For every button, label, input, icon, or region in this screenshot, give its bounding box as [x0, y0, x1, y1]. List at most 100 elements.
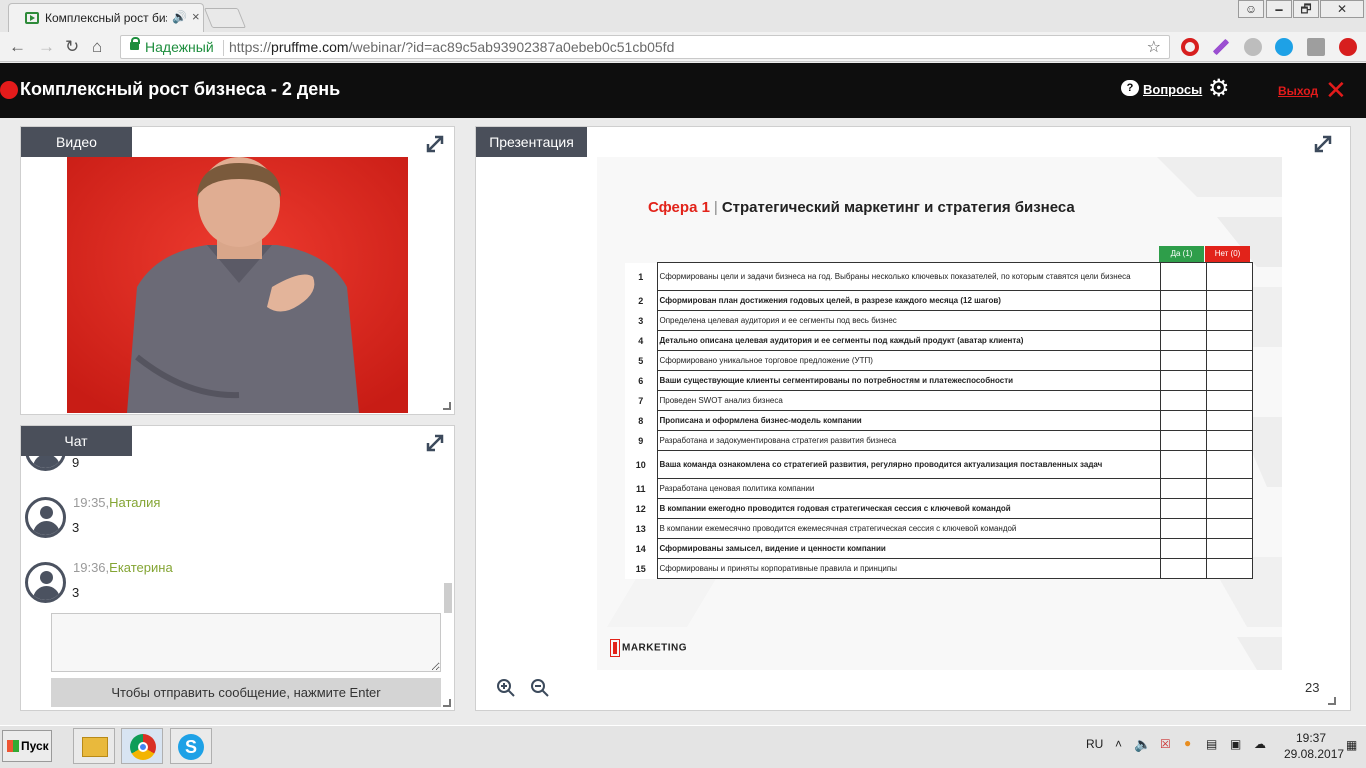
gear-extension-icon[interactable] [1244, 38, 1262, 56]
chat-panel-tab-overlay[interactable]: Чат [21, 426, 131, 456]
tab-title: Комплексный рост биз [45, 11, 167, 25]
user-head-icon [40, 571, 53, 584]
questions-icon[interactable]: ? [1121, 80, 1139, 96]
video-panel-tab[interactable]: Видео [21, 127, 132, 157]
checklist-no-cell [1205, 350, 1253, 371]
checklist-no-cell [1205, 558, 1253, 579]
checklist-row: 10 Ваша команда ознакомлена со стратегией… [625, 450, 1253, 479]
clipboard-icon[interactable]: ▤ [1206, 737, 1217, 751]
chat-scrollbar[interactable] [444, 583, 452, 613]
tray-expand-icon[interactable]: ˄ [1115, 737, 1122, 751]
tab-close-icon[interactable]: × [192, 9, 200, 24]
column-no-header: Нет (0) [1205, 246, 1250, 262]
checklist-row: 13 В компании ежемесячно проводится ежеме… [625, 518, 1253, 539]
chat-message-time: 19:35, [73, 495, 110, 510]
checklist-row-number: 1 [638, 271, 644, 282]
taskbar-skype-button[interactable]: S [170, 728, 212, 764]
cloud-icon[interactable]: ☁ [1254, 737, 1266, 751]
chat-message-author[interactable]: Екатерина [109, 560, 173, 575]
profile-icon[interactable]: ☺ [1238, 0, 1264, 18]
video-expand-icon[interactable] [426, 135, 444, 153]
checklist-no-cell [1205, 538, 1253, 559]
checklist-no-cell [1205, 430, 1253, 451]
checklist-yes-cell [1159, 430, 1207, 451]
bookmark-star-icon[interactable]: ☆ [1147, 37, 1161, 57]
feather-extension-icon[interactable] [1212, 38, 1230, 56]
checklist-row: 3 Определена целевая аудитория и ее сегме… [625, 310, 1253, 331]
live-record-icon [0, 81, 18, 99]
chat-avatar [25, 562, 66, 603]
home-icon[interactable]: ⌂ [92, 37, 102, 57]
checklist-row: 2 Сформирован план достижения годовых цел… [625, 290, 1253, 311]
checklist-row: 1 Сформированы цели и задачи бизнеса на г… [625, 262, 1253, 291]
checklist-yes-cell [1159, 310, 1207, 331]
restore-button[interactable]: 🗗 [1293, 0, 1319, 18]
notification-extension-icon[interactable] [1339, 38, 1357, 56]
checklist-no-cell [1205, 410, 1253, 431]
display-icon[interactable]: ▣ [1230, 737, 1241, 751]
video-stream[interactable] [67, 157, 408, 413]
taskbar-explorer-button[interactable] [73, 728, 115, 764]
slide-heading-text: Стратегический маркетинг и стратегия биз… [721, 199, 1075, 216]
taskbar-chrome-button[interactable] [121, 728, 163, 764]
yandex-extension-icon[interactable] [1307, 38, 1325, 56]
checklist-yes-cell [1159, 538, 1207, 559]
checklist-row-text: Разработана и задокументирована стратеги… [656, 430, 1161, 451]
presentation-resize-handle[interactable] [1328, 697, 1336, 705]
reload-icon[interactable]: ↻ [65, 37, 79, 57]
url-scheme: https:// [229, 39, 272, 55]
checklist-no-cell [1205, 478, 1253, 499]
skype-extension-icon[interactable] [1275, 38, 1293, 56]
clock-time[interactable]: 19:37 [1296, 731, 1326, 745]
slide-heading: Сфера 1 | Стратегический маркетинг и страт… [648, 199, 1075, 216]
close-window-button[interactable]: ✕ [1320, 0, 1364, 18]
questions-link[interactable]: Вопросы [1143, 82, 1202, 97]
start-button[interactable]: Пуск [2, 730, 52, 762]
checklist-row-number: 3 [638, 315, 644, 326]
checklist-row-number: 15 [635, 563, 646, 574]
action-center-icon[interactable]: ▦ [1346, 738, 1357, 752]
chat-message-input[interactable] [51, 613, 441, 672]
checklist-yes-cell [1159, 558, 1207, 579]
chat-resize-handle[interactable] [443, 699, 451, 707]
volume-icon[interactable]: 🔈 [1134, 736, 1151, 753]
new-tab-button[interactable] [203, 8, 247, 28]
checklist-no-cell [1205, 330, 1253, 351]
checklist-yes-cell [1159, 478, 1207, 499]
clock-date[interactable]: 29.08.2017 [1284, 747, 1344, 761]
forward-icon[interactable]: → [38, 37, 55, 57]
checklist-row-text: Детально описана целевая аудитория и ее … [656, 330, 1161, 351]
slide-page-number: 23 [1305, 680, 1320, 695]
url-text[interactable]: https://pruffme.com/webinar/?id=ac89c5ab… [229, 39, 674, 55]
marketing-logo: MARKETING [610, 639, 687, 657]
avast-icon[interactable]: ● [1184, 736, 1191, 750]
exit-close-icon[interactable]: ✕ [1325, 77, 1347, 103]
checklist-row: 6 Ваши существующие клиенты сегментирован… [625, 370, 1253, 391]
checklist-no-cell [1205, 450, 1253, 479]
presentation-expand-icon[interactable] [1314, 135, 1332, 153]
chat-expand-icon[interactable] [426, 434, 444, 452]
minimize-button[interactable]: 🗕 [1266, 0, 1292, 18]
logo-mark-icon [610, 639, 620, 657]
exit-link[interactable]: Выход [1278, 84, 1318, 98]
browser-tab-active[interactable]: Комплексный рост биз 🔊 × [8, 3, 204, 32]
checklist-row: 14 Сформированы замысел, видение и ценнос… [625, 538, 1253, 559]
checklist-no-cell [1205, 518, 1253, 539]
network-icon[interactable]: ☒ [1160, 737, 1171, 751]
checklist-row-number: 13 [635, 523, 646, 534]
checklist-no-cell [1205, 370, 1253, 391]
checklist-no-cell [1205, 310, 1253, 331]
send-message-button[interactable]: Чтобы отправить сообщение, нажмите Enter [51, 678, 441, 707]
zoom-in-icon[interactable] [496, 678, 516, 698]
video-resize-handle[interactable] [443, 402, 451, 410]
chat-message-author[interactable]: Наталия [109, 495, 160, 510]
language-indicator[interactable]: RU [1086, 737, 1103, 751]
presentation-panel-tab[interactable]: Презентация [476, 127, 587, 157]
opera-extension-icon[interactable] [1181, 38, 1199, 56]
address-bar[interactable]: Надежный https://pruffme.com/webinar/?id… [120, 35, 1170, 59]
settings-gear-icon[interactable]: ⚙ [1208, 76, 1230, 102]
back-icon[interactable]: ← [9, 37, 26, 57]
zoom-out-icon[interactable] [530, 678, 550, 698]
tab-audio-icon[interactable]: 🔊 [172, 10, 187, 24]
checklist-row-number: 12 [635, 503, 646, 514]
